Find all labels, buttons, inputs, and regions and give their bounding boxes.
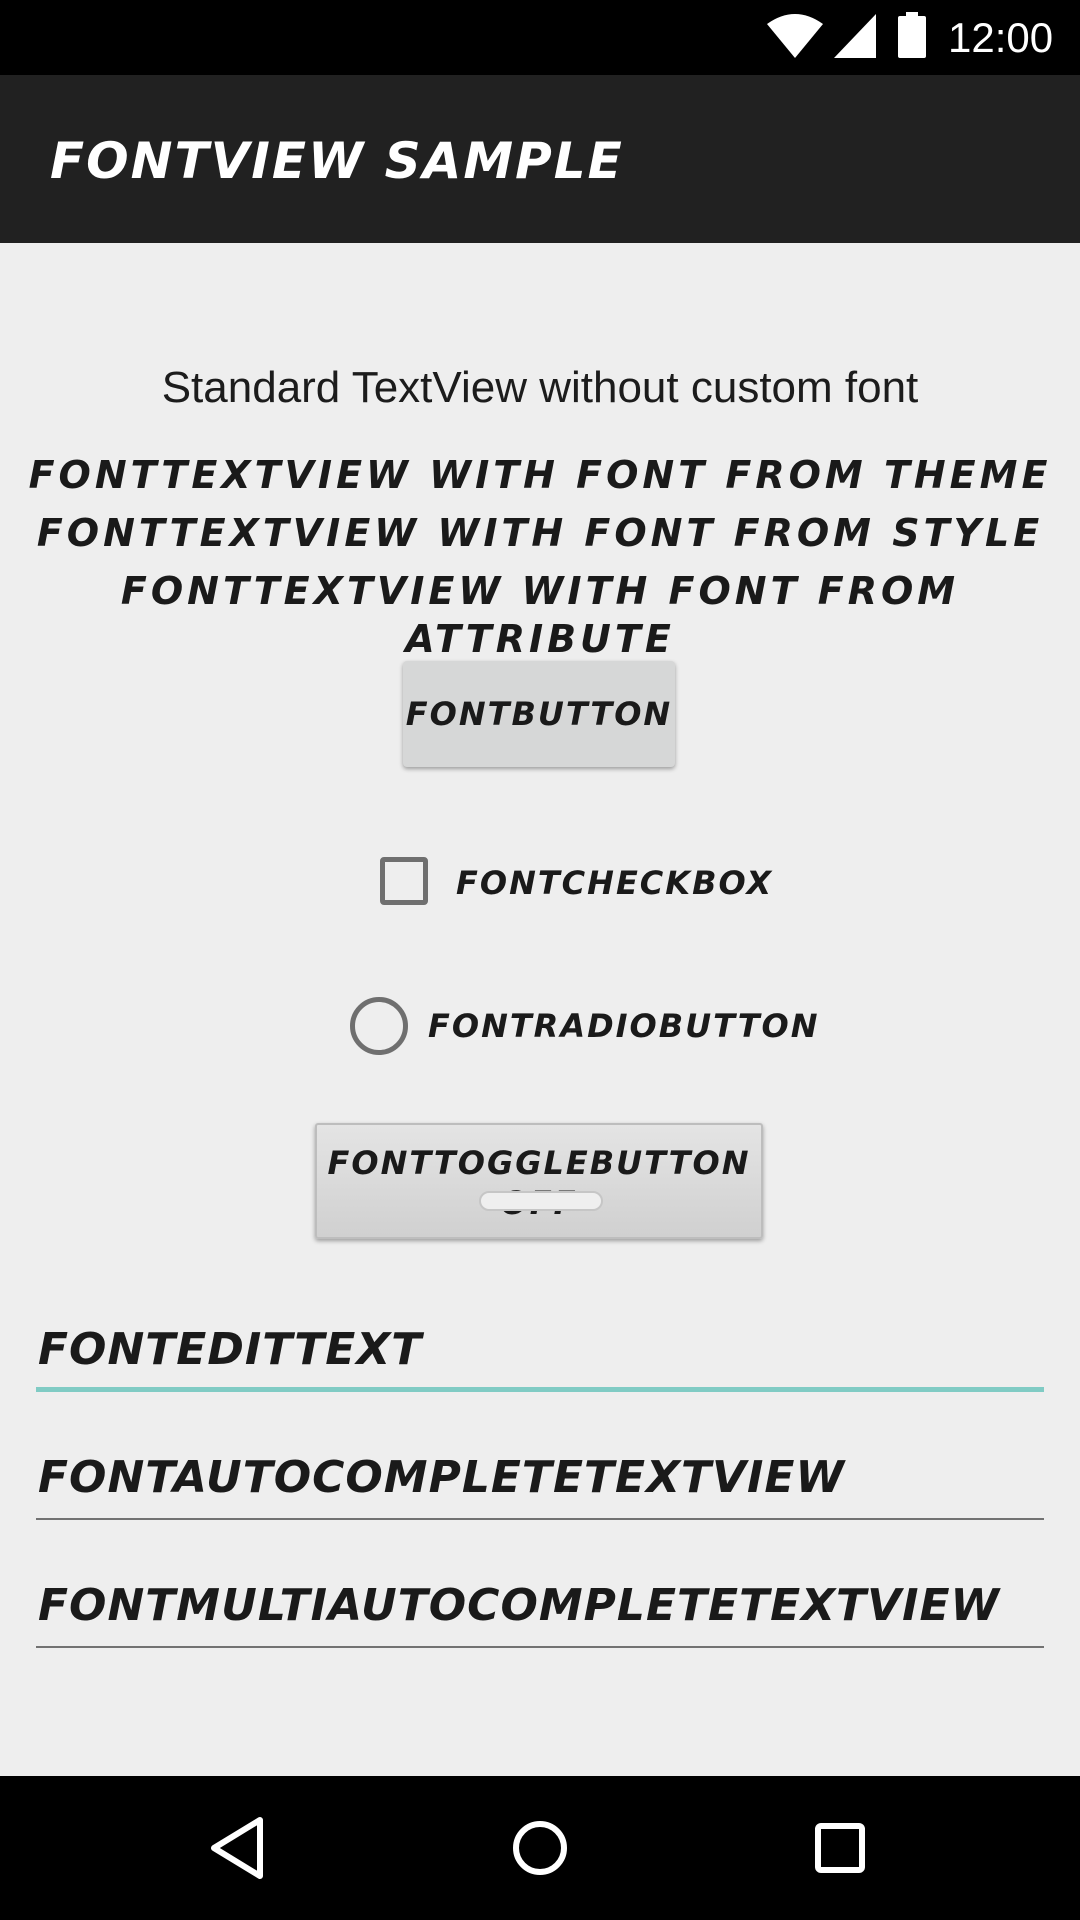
home-icon[interactable] <box>496 1804 584 1892</box>
radio-label: FONTRADIOBUTTON <box>428 1007 820 1045</box>
edit-text-underline-focused <box>36 1387 1044 1392</box>
status-time: 12:00 <box>948 14 1054 61</box>
main-content: Standard TextView without custom font FO… <box>0 243 1080 1776</box>
battery-icon <box>898 12 926 58</box>
font-button[interactable]: FONTBUTTON <box>403 661 675 767</box>
back-icon[interactable] <box>196 1804 284 1892</box>
font-textview-style: FONTTEXTVIEW WITH FONT FROM STYLE <box>36 511 1044 555</box>
app-bar: FontView Sample <box>0 75 1080 243</box>
multi-autocomplete-underline <box>36 1646 1044 1648</box>
wifi-icon <box>767 14 823 58</box>
toggle-indicator <box>479 1191 603 1211</box>
recents-icon[interactable] <box>796 1804 884 1892</box>
toggle-label: FONTTOGGLEBUTTON OFF <box>327 1144 751 1222</box>
edit-text-value[interactable]: FONTEDITTEXT <box>38 1320 422 1380</box>
standard-textview: Standard TextView without custom font <box>161 363 919 412</box>
autocomplete-underline <box>36 1518 1044 1520</box>
status-bar: 12:00 <box>0 0 1080 75</box>
page-title: FontView Sample <box>50 132 624 190</box>
radio-unchecked-icon[interactable] <box>350 997 408 1055</box>
font-edit-text[interactable]: FONTEDITTEXT <box>36 1320 1044 1392</box>
font-textview-attribute: FONTTEXTVIEW WITH FONT FROM ATTRIBUTE <box>120 569 960 661</box>
font-textview-theme: FONTTEXTVIEW WITH FONT FROM THEME <box>28 453 1052 497</box>
multi-autocomplete-value[interactable]: FONTMULTIAUTOCOMPLETETEXTVIEW <box>38 1576 1000 1636</box>
font-checkbox[interactable]: FONTCHECKBOX <box>380 855 771 911</box>
cell-signal-icon <box>834 14 876 58</box>
checkbox-unchecked-icon[interactable] <box>380 857 428 905</box>
font-radio-button[interactable]: FONTRADIOBUTTON <box>350 995 818 1055</box>
navigation-bar <box>0 1776 1080 1920</box>
autocomplete-value[interactable]: FONTAUTOCOMPLETETEXTVIEW <box>38 1448 845 1508</box>
font-toggle-button[interactable]: FONTTOGGLEBUTTON OFF <box>315 1123 763 1239</box>
checkbox-label: FONTCHECKBOX <box>456 864 774 902</box>
font-autocomplete-textview[interactable]: FONTAUTOCOMPLETETEXTVIEW <box>36 1448 1044 1520</box>
font-multi-autocomplete-textview[interactable]: FONTMULTIAUTOCOMPLETETEXTVIEW <box>36 1576 1044 1648</box>
